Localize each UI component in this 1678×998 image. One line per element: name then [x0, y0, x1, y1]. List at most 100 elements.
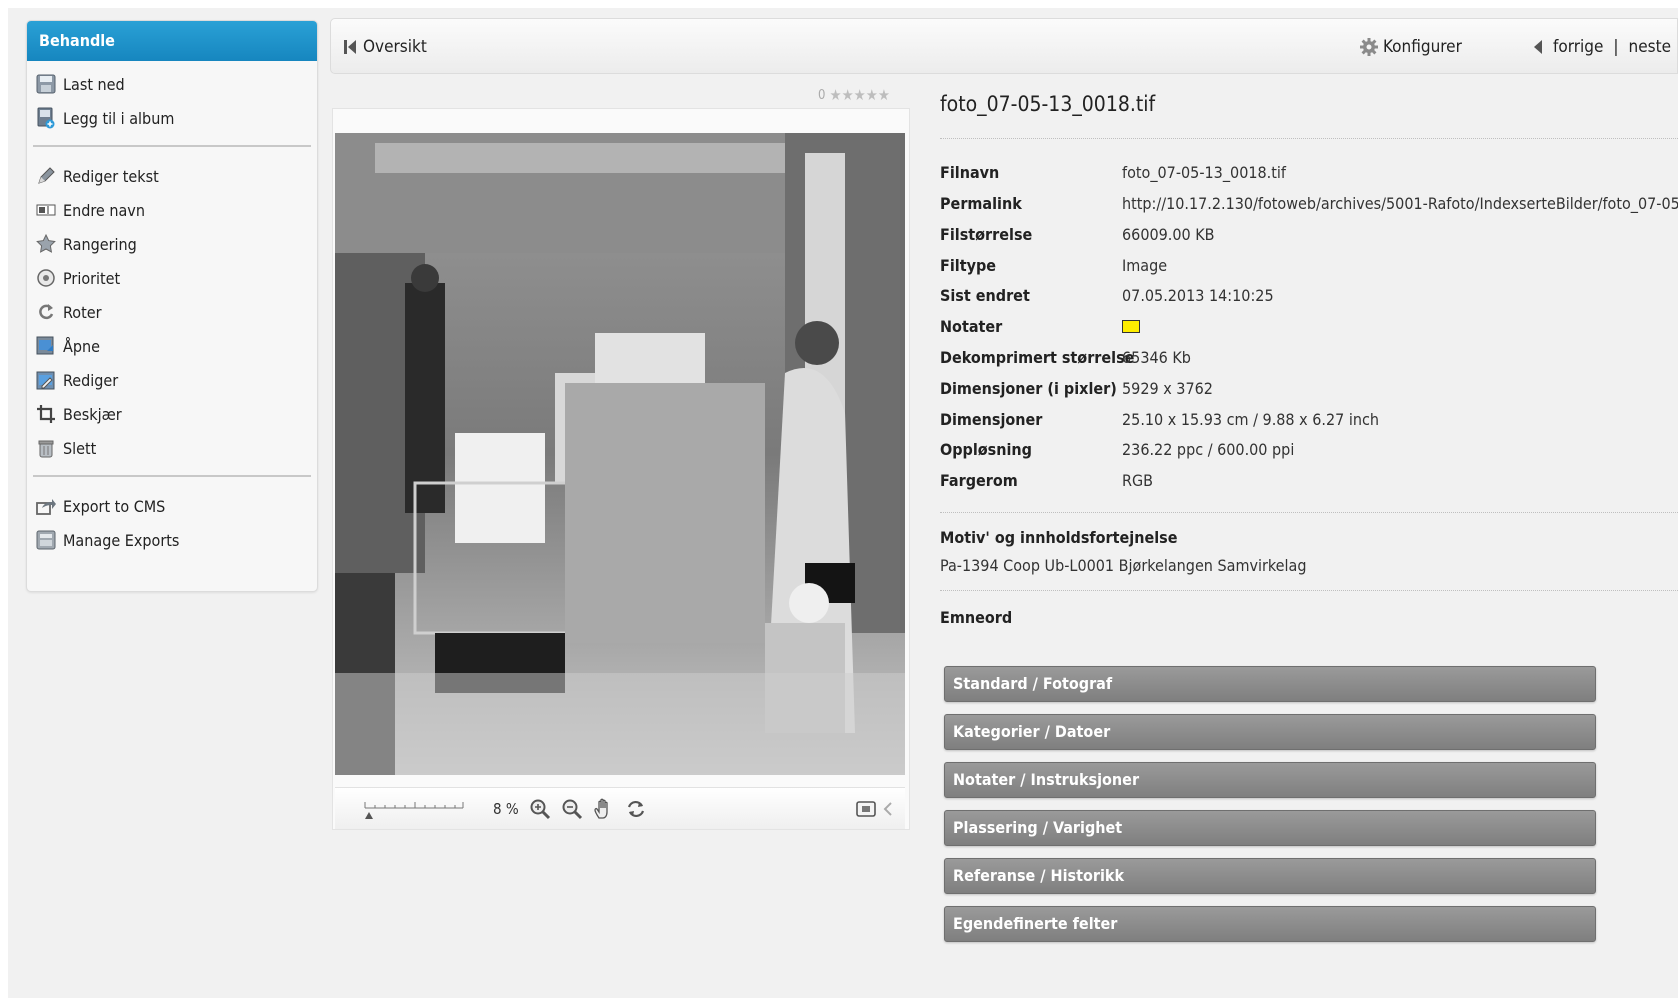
- section-standard-photographer[interactable]: Standard / Fotograf: [944, 666, 1596, 702]
- divider: [940, 138, 1678, 139]
- menu-group-export: Export to CMS Manage Exports: [27, 483, 317, 561]
- prop-value: 66009.00 KB: [1122, 224, 1215, 244]
- permalink-link[interactable]: http://10.17.2.130/fotoweb/archives/5001…: [1122, 194, 1678, 213]
- menu-item-export-to-cms[interactable]: Export to CMS: [27, 489, 317, 523]
- sidebar: Behandle Last ned Legg til i album Redig…: [26, 20, 318, 592]
- menu-item-manage-exports[interactable]: Manage Exports: [27, 523, 317, 557]
- open-icon: [35, 335, 57, 357]
- prop-label: Filnavn: [940, 162, 1000, 182]
- manage-exports-icon: [35, 529, 57, 551]
- menu-item-label: Legg til i album: [63, 108, 175, 128]
- image-viewer: 8 %: [332, 108, 910, 830]
- prop-value: Image: [1122, 255, 1168, 275]
- star-icon[interactable]: ★: [842, 86, 854, 104]
- prop-value: 65346 Kb: [1122, 347, 1191, 367]
- section-reference-history[interactable]: Referanse / Historikk: [944, 858, 1596, 894]
- prop-value: 25.10 x 15.93 cm / 9.88 x 6.27 inch: [1122, 409, 1380, 429]
- menu-group-download: Last ned Legg til i album: [27, 61, 317, 139]
- prop-dimensions: Dimensjoner 25.10 x 15.93 cm / 9.88 x 6.…: [940, 404, 1379, 434]
- menu-item-label: Rangering: [63, 234, 137, 254]
- menu-item-edit-text[interactable]: Rediger tekst: [27, 159, 317, 193]
- section-custom-fields[interactable]: Egendefinerte felter: [944, 906, 1596, 942]
- prop-label: Notater: [940, 316, 1003, 336]
- prop-value: RGB: [1122, 470, 1154, 490]
- note-indicator-icon[interactable]: [1122, 319, 1140, 333]
- menu-item-label: Åpne: [63, 336, 100, 356]
- menu-item-label: Beskjær: [63, 404, 122, 424]
- prop-filesize: Filstørrelse 66009.00 KB: [940, 219, 1215, 249]
- menu-item-priority[interactable]: Prioritet: [27, 261, 317, 295]
- prop-label: Filstørrelse: [940, 224, 1033, 244]
- prop-value: foto_07-05-13_0018.tif: [1122, 162, 1286, 182]
- menu-item-label: Roter: [63, 302, 102, 322]
- menu-item-label: Prioritet: [63, 268, 121, 288]
- pan-hand-icon[interactable]: [593, 798, 615, 820]
- menu-item-label: Rediger tekst: [63, 166, 159, 186]
- zoom-slider[interactable]: [363, 794, 467, 820]
- prop-label: Filtype: [940, 255, 997, 275]
- menu-divider: [33, 475, 311, 477]
- menu-item-label: Endre navn: [63, 200, 145, 220]
- star-icon[interactable]: ★: [866, 86, 878, 104]
- zoom-out-icon[interactable]: [561, 798, 583, 820]
- zoom-percentage: 8 %: [493, 800, 519, 818]
- viewer-toolbar: 8 %: [335, 787, 905, 829]
- menu-item-edit[interactable]: Rediger: [27, 363, 317, 397]
- zoom-in-icon[interactable]: [529, 798, 551, 820]
- divider: [940, 512, 1678, 513]
- collapse-arrow-icon[interactable]: [883, 798, 905, 820]
- prop-filetype: Filtype Image: [940, 250, 1167, 280]
- section-notes-instructions[interactable]: Notater / Instruksjoner: [944, 762, 1596, 798]
- menu-item-download[interactable]: Last ned: [27, 67, 317, 101]
- export-icon: [35, 495, 57, 517]
- photo-preview[interactable]: [335, 133, 905, 775]
- rename-icon: [35, 199, 57, 221]
- menu-divider: [33, 145, 311, 147]
- keywords-label: Emneord: [940, 608, 1013, 627]
- pencil-icon: [35, 165, 57, 187]
- star-icon: [35, 233, 57, 255]
- divider: [940, 590, 1678, 591]
- menu-item-open[interactable]: Åpne: [27, 329, 317, 363]
- prop-last-modified: Sist endret 07.05.2013 14:10:25: [940, 280, 1274, 310]
- back-to-first-icon: [343, 38, 357, 56]
- refresh-icon[interactable]: [625, 798, 647, 820]
- section-categories-dates[interactable]: Kategorier / Datoer: [944, 714, 1596, 750]
- prop-value: 5929 x 3762: [1122, 378, 1213, 398]
- menu-item-rating[interactable]: Rangering: [27, 227, 317, 261]
- menu-item-rotate[interactable]: Roter: [27, 295, 317, 329]
- prop-value: 236.22 ppc / 600.00 ppi: [1122, 439, 1295, 459]
- rating-zero[interactable]: 0: [818, 88, 825, 103]
- fit-to-window-icon[interactable]: [855, 798, 877, 820]
- overview-button[interactable]: Oversikt: [343, 19, 427, 75]
- overview-label: Oversikt: [363, 37, 427, 57]
- menu-item-delete[interactable]: Slett: [27, 431, 317, 465]
- prop-label: Permalink: [940, 193, 1022, 213]
- menu-item-label: Slett: [63, 438, 97, 458]
- menu-item-add-to-album[interactable]: Legg til i album: [27, 101, 317, 135]
- prop-resolution: Oppløsning 236.22 ppc / 600.00 ppi: [940, 434, 1294, 464]
- star-icon[interactable]: ★: [878, 86, 890, 104]
- sidebar-header: Behandle: [27, 21, 317, 61]
- prop-label: Dimensjoner (i pixler): [940, 378, 1117, 398]
- trash-icon: [35, 437, 57, 459]
- prop-label: Dimensjoner: [940, 409, 1043, 429]
- save-icon: [35, 73, 57, 95]
- description-label: Motiv' og innholdsfortejnelse: [940, 528, 1178, 547]
- prop-colorspace: Fargerom RGB: [940, 465, 1153, 495]
- menu-item-rename[interactable]: Endre navn: [27, 193, 317, 227]
- menu-item-crop[interactable]: Beskjær: [27, 397, 317, 431]
- menu-group-edit: Rediger tekst Endre navn Rangering Prior…: [27, 153, 317, 469]
- rotate-icon: [35, 301, 57, 323]
- prop-label: Dekomprimert størrelse: [940, 347, 1135, 367]
- description-text: Pa-1394 Coop Ub-L0001 Bjørkelangen Samvi…: [940, 556, 1307, 575]
- edit-image-icon: [35, 369, 57, 391]
- prop-label: Fargerom: [940, 470, 1018, 490]
- prop-dimensions-px: Dimensjoner (i pixler) 5929 x 3762: [940, 373, 1213, 403]
- star-icon[interactable]: ★: [829, 86, 841, 104]
- prop-label: Sist endret: [940, 285, 1030, 305]
- details-panel: foto_07-05-13_0018.tif Filnavn foto_07-0…: [940, 0, 1678, 998]
- rating-widget[interactable]: 0 ★ ★ ★ ★ ★: [818, 86, 890, 104]
- section-location-duration[interactable]: Plassering / Varighet: [944, 810, 1596, 846]
- star-icon[interactable]: ★: [854, 86, 866, 104]
